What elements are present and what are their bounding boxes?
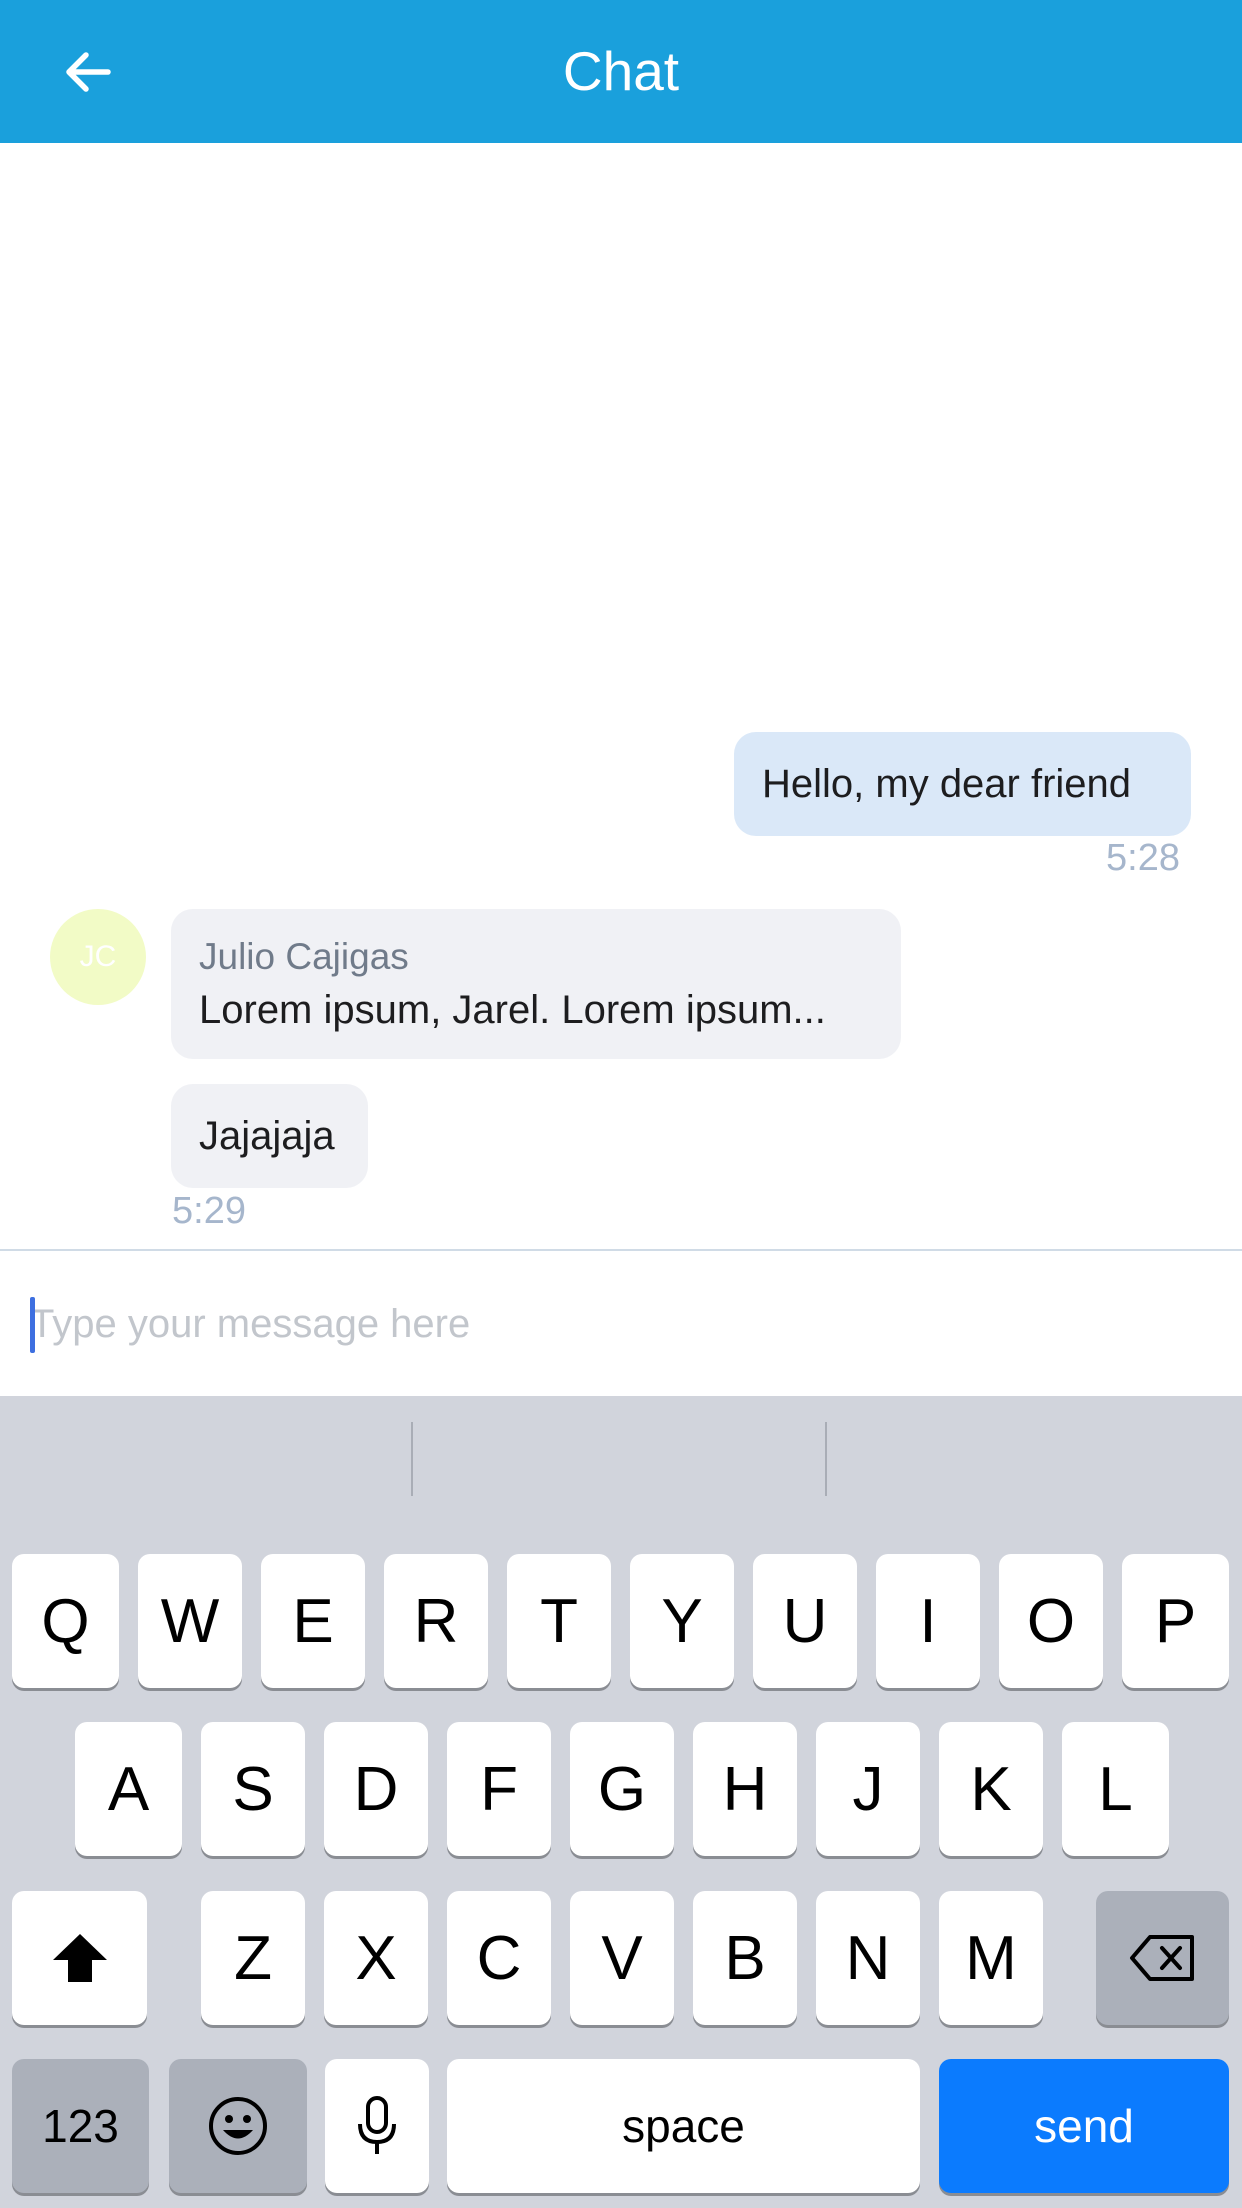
key-o[interactable]: O xyxy=(999,1554,1103,1688)
key-s[interactable]: S xyxy=(201,1722,305,1856)
message-list: Hello, my dear friend 5:28 JC Julio Caji… xyxy=(0,143,1242,1249)
key-q[interactable]: Q xyxy=(12,1554,119,1688)
key-c[interactable]: C xyxy=(447,1891,551,2025)
avatar[interactable]: JC xyxy=(50,909,146,1005)
key-b[interactable]: B xyxy=(693,1891,797,2025)
key-z[interactable]: Z xyxy=(201,1891,305,2025)
sender-name: Julio Cajigas xyxy=(199,935,409,977)
outgoing-message-text: Hello, my dear friend xyxy=(762,761,1132,806)
key-l[interactable]: L xyxy=(1062,1722,1169,1856)
numbers-key[interactable]: 123 xyxy=(12,2059,149,2193)
key-g[interactable]: G xyxy=(570,1722,674,1856)
incoming-message-bubble[interactable]: Jajajaja xyxy=(171,1084,368,1188)
key-w[interactable]: W xyxy=(138,1554,242,1688)
suggestion-divider xyxy=(825,1422,827,1496)
incoming-message-bubble[interactable]: Julio Cajigas Lorem ipsum, Jarel. Lorem … xyxy=(171,909,901,1059)
emoji-key[interactable] xyxy=(169,2059,307,2193)
backspace-key[interactable] xyxy=(1096,1891,1229,2025)
key-x[interactable]: X xyxy=(324,1891,428,2025)
message-input[interactable] xyxy=(30,1279,1210,1369)
key-j[interactable]: J xyxy=(816,1722,920,1856)
emoji-icon xyxy=(209,2097,267,2155)
incoming-message-text: Jajajaja xyxy=(199,1113,335,1158)
key-y[interactable]: Y xyxy=(630,1554,734,1688)
microphone-icon xyxy=(358,2096,396,2154)
key-f[interactable]: F xyxy=(447,1722,551,1856)
send-key[interactable]: send xyxy=(939,2059,1229,2193)
shift-icon xyxy=(52,1934,107,1982)
key-m[interactable]: M xyxy=(939,1891,1043,2025)
shift-key[interactable] xyxy=(12,1891,147,2025)
incoming-message-text: Lorem ipsum, Jarel. Lorem ipsum... xyxy=(199,987,826,1032)
app-header: Chat xyxy=(0,0,1242,143)
key-h[interactable]: H xyxy=(693,1722,797,1856)
key-v[interactable]: V xyxy=(570,1891,674,2025)
dictation-key[interactable] xyxy=(325,2059,429,2193)
outgoing-message-time: 5:28 xyxy=(1106,837,1180,879)
suggestion-divider xyxy=(411,1422,413,1496)
message-composer xyxy=(0,1249,1242,1396)
text-cursor xyxy=(30,1297,35,1353)
key-p[interactable]: P xyxy=(1122,1554,1229,1688)
on-screen-keyboard: Q W E R T Y U I O P A S D F G H J K L Z … xyxy=(0,1396,1242,2208)
key-i[interactable]: I xyxy=(876,1554,980,1688)
key-r[interactable]: R xyxy=(384,1554,488,1688)
outgoing-message-bubble[interactable]: Hello, my dear friend xyxy=(734,732,1191,836)
avatar-initials: JC xyxy=(79,940,117,973)
incoming-message-time: 5:29 xyxy=(172,1190,246,1232)
backspace-icon xyxy=(1129,1935,1194,1981)
key-k[interactable]: K xyxy=(939,1722,1043,1856)
key-e[interactable]: E xyxy=(261,1554,365,1688)
key-u[interactable]: U xyxy=(753,1554,857,1688)
key-n[interactable]: N xyxy=(816,1891,920,2025)
key-t[interactable]: T xyxy=(507,1554,611,1688)
space-key[interactable]: space xyxy=(447,2059,920,2193)
page-title: Chat xyxy=(562,40,680,102)
key-a[interactable]: A xyxy=(75,1722,182,1856)
key-d[interactable]: D xyxy=(324,1722,428,1856)
